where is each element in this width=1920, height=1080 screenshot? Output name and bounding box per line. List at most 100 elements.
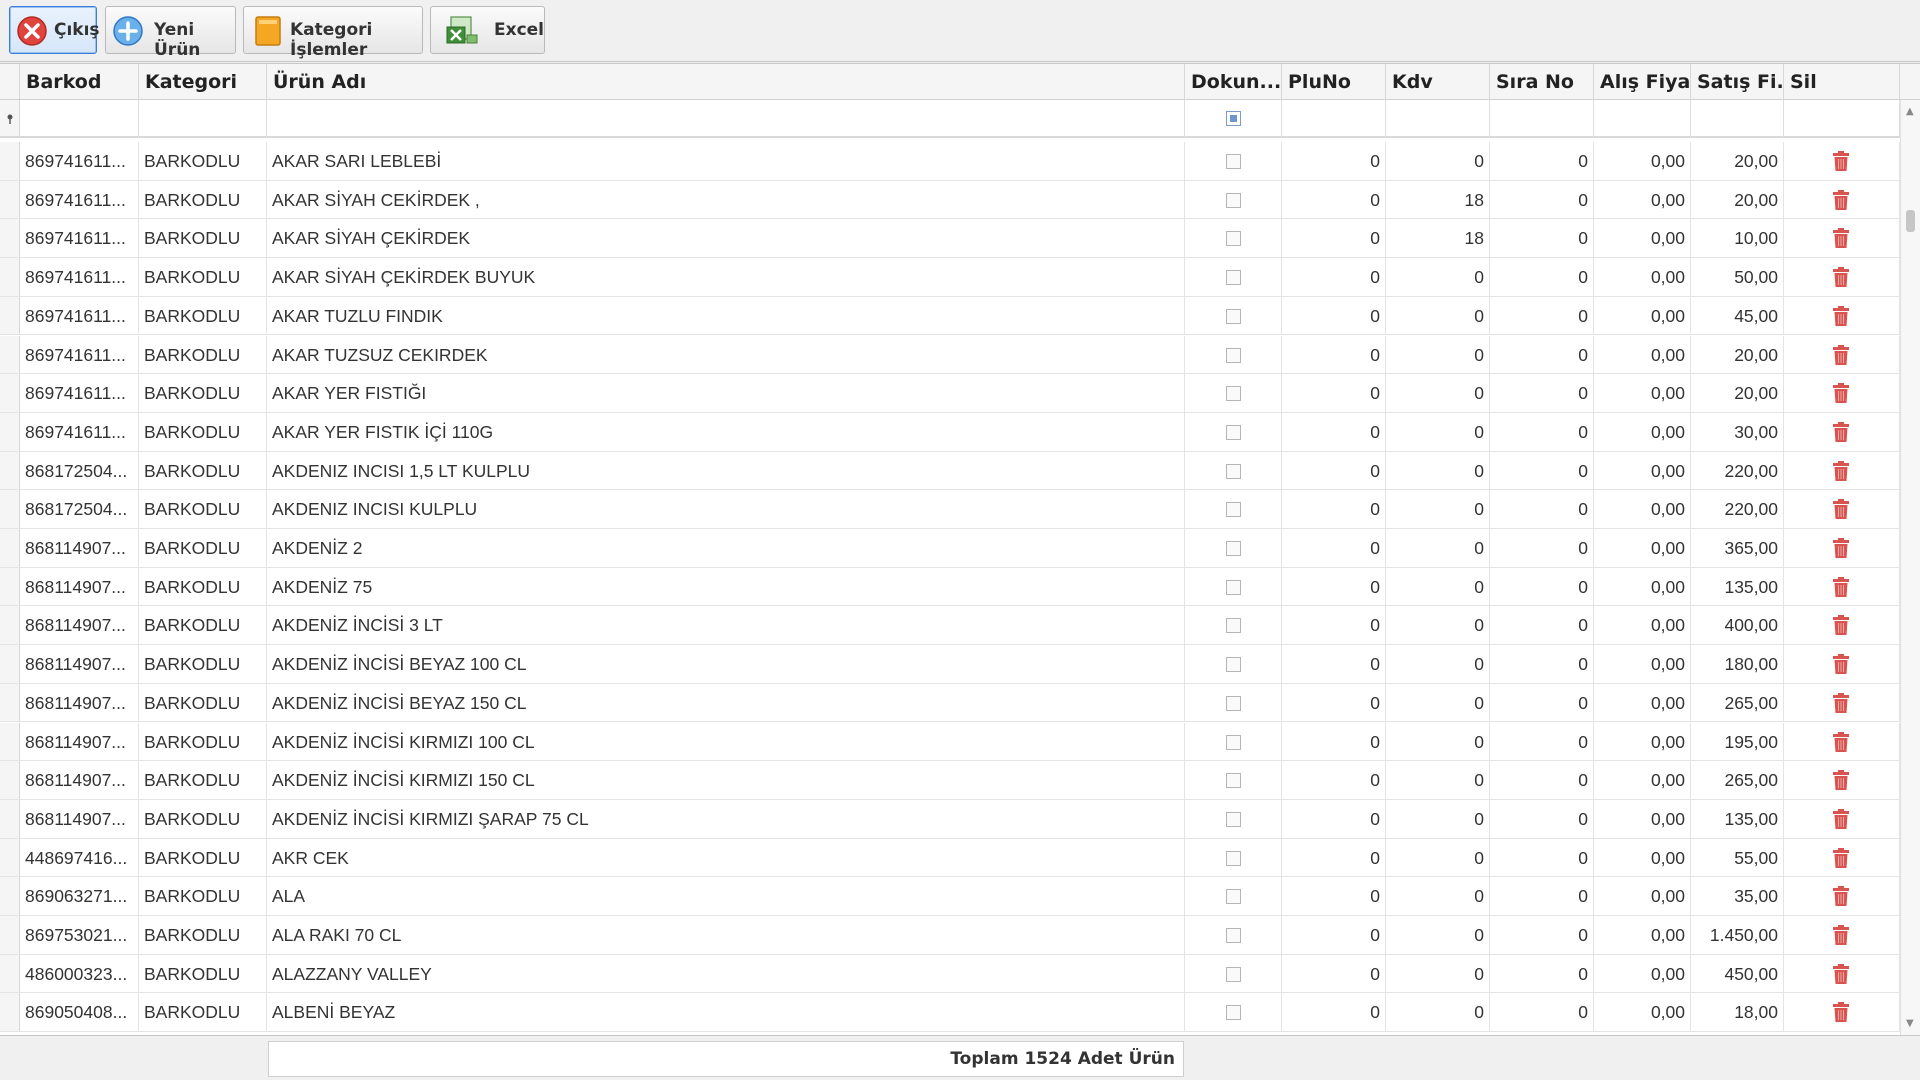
cell-urun-adi[interactable]: AKAR SİYAH ÇEKİRDEK BUYUK — [267, 258, 1185, 297]
cell-pluno[interactable]: 0 — [1282, 567, 1386, 607]
cell-kategori[interactable]: BARKODLU — [139, 180, 267, 220]
trash-icon[interactable] — [1832, 460, 1850, 482]
column-header-alis-fiyati[interactable]: Alış Fiyatı — [1594, 64, 1691, 100]
cell-sira-no[interactable]: 0 — [1490, 916, 1594, 955]
cell-kategori[interactable]: BARKODLU — [139, 683, 267, 723]
table-row[interactable]: 448697416... BARKODLU AKR CEK 0 0 0 0,00 55,00 — [0, 838, 1900, 878]
trash-icon[interactable] — [1832, 421, 1850, 443]
trash-icon[interactable] — [1832, 151, 1850, 172]
cell-barkod[interactable]: 869741611... — [20, 374, 139, 413]
cell-satis-fiyati[interactable]: 1.450,00 — [1691, 916, 1784, 955]
cell-pluno[interactable]: 0 — [1282, 142, 1386, 181]
cell-barkod[interactable]: 869741611... — [20, 335, 139, 375]
cell-kdv[interactable]: 0 — [1386, 606, 1490, 646]
cell-urun-adi[interactable]: AKDENİZ İNCİSİ BEYAZ 150 CL — [267, 683, 1185, 723]
cell-kdv[interactable]: 0 — [1386, 296, 1490, 336]
filter-pluno[interactable] — [1282, 100, 1386, 138]
filter-dokunmatik[interactable] — [1185, 100, 1282, 138]
trash-icon[interactable] — [1832, 731, 1850, 753]
cell-barkod[interactable]: 868114907... — [20, 761, 139, 800]
cell-alis-fiyati[interactable]: 0,00 — [1594, 916, 1691, 955]
dokunmatik-checkbox[interactable] — [1226, 889, 1241, 905]
cell-satis-fiyati[interactable]: 35,00 — [1691, 877, 1784, 916]
cell-kdv[interactable]: 0 — [1386, 916, 1490, 955]
cell-kategori[interactable]: BARKODLU — [139, 412, 267, 452]
cell-alis-fiyati[interactable]: 0,00 — [1594, 296, 1691, 336]
cell-pluno[interactable]: 0 — [1282, 374, 1386, 413]
table-row[interactable]: 868114907... BARKODLU AKDENİZ 75 0 0 0 0,00 135… — [0, 567, 1900, 607]
cell-kategori[interactable]: BARKODLU — [139, 142, 267, 181]
cell-sira-no[interactable]: 0 — [1490, 799, 1594, 839]
cell-urun-adi[interactable]: AKDENİZ İNCİSİ BEYAZ 100 CL — [267, 645, 1185, 684]
trash-icon[interactable] — [1832, 305, 1850, 327]
cell-urun-adi[interactable]: AKDENİZ 75 — [267, 567, 1185, 607]
dokunmatik-checkbox[interactable] — [1226, 657, 1241, 673]
row-selector[interactable] — [0, 722, 20, 761]
cell-urun-adi[interactable]: AKDENİZ İNCİSİ 3 LT — [267, 606, 1185, 646]
trash-icon[interactable] — [1832, 1002, 1850, 1023]
cell-pluno[interactable]: 0 — [1282, 799, 1386, 839]
cell-sira-no[interactable]: 0 — [1490, 219, 1594, 259]
dokunmatik-checkbox[interactable] — [1226, 695, 1241, 711]
trash-icon[interactable] — [1832, 847, 1850, 869]
cell-kdv[interactable]: 0 — [1386, 799, 1490, 839]
cell-kategori[interactable]: BARKODLU — [139, 761, 267, 800]
trash-icon[interactable] — [1832, 615, 1850, 636]
row-selector[interactable] — [0, 645, 20, 683]
row-selector[interactable] — [0, 683, 20, 722]
cell-barkod[interactable]: 868114907... — [20, 529, 139, 568]
cell-sira-no[interactable]: 0 — [1490, 954, 1594, 994]
dokunmatik-checkbox[interactable] — [1226, 154, 1241, 169]
cell-barkod[interactable]: 869741611... — [20, 219, 139, 259]
cell-satis-fiyati[interactable]: 220,00 — [1691, 451, 1784, 491]
cell-barkod[interactable]: 869741611... — [20, 412, 139, 452]
cell-alis-fiyati[interactable]: 0,00 — [1594, 683, 1691, 723]
table-row[interactable]: 868114907... BARKODLU AKDENİZ İNCİSİ KIRMI… — [0, 799, 1900, 839]
scroll-up-arrow-icon[interactable]: ▲ — [1906, 106, 1914, 117]
cell-pluno[interactable]: 0 — [1282, 993, 1386, 1033]
table-row[interactable]: 869753021... BARKODLU ALA RAKI 70 CL 0 0 0 0,0… — [0, 916, 1900, 955]
cell-kdv[interactable]: 0 — [1386, 142, 1490, 181]
cell-kategori[interactable]: BARKODLU — [139, 258, 267, 297]
cell-alis-fiyati[interactable]: 0,00 — [1594, 529, 1691, 568]
dokunmatik-checkbox[interactable] — [1226, 308, 1241, 324]
cell-kdv[interactable]: 0 — [1386, 761, 1490, 800]
cell-alis-fiyati[interactable]: 0,00 — [1594, 761, 1691, 800]
trash-icon[interactable] — [1832, 383, 1850, 404]
cell-barkod[interactable]: 868114907... — [20, 799, 139, 839]
filter-kategori[interactable] — [139, 100, 267, 138]
cell-urun-adi[interactable]: ALA RAKI 70 CL — [267, 916, 1185, 955]
cell-barkod[interactable]: 486000323... — [20, 954, 139, 994]
row-selector[interactable] — [0, 761, 20, 799]
cell-pluno[interactable]: 0 — [1282, 606, 1386, 646]
trash-icon[interactable] — [1832, 189, 1850, 211]
cell-sira-no[interactable]: 0 — [1490, 838, 1594, 878]
cell-alis-fiyati[interactable]: 0,00 — [1594, 877, 1691, 916]
trash-icon[interactable] — [1832, 654, 1850, 675]
filter-urun-adi[interactable] — [267, 100, 1185, 138]
trash-icon[interactable] — [1832, 886, 1850, 907]
trash-icon[interactable] — [1832, 344, 1850, 366]
cell-satis-fiyati[interactable]: 55,00 — [1691, 838, 1784, 878]
cell-kdv[interactable]: 0 — [1386, 451, 1490, 491]
dokunmatik-checkbox[interactable] — [1226, 270, 1241, 286]
column-header-sil[interactable]: Sil — [1784, 64, 1900, 100]
cell-kategori[interactable]: BARKODLU — [139, 567, 267, 607]
cell-kdv[interactable]: 0 — [1386, 877, 1490, 916]
row-selector[interactable] — [0, 529, 20, 567]
cell-satis-fiyati[interactable]: 20,00 — [1691, 335, 1784, 375]
table-row[interactable]: 869741611... BARKODLU AKAR SİYAH ÇEKİRDEK 0… — [0, 219, 1900, 259]
table-row[interactable]: 869741611... BARKODLU AKAR TUZSUZ CEKIRDEK… — [0, 335, 1900, 375]
row-selector[interactable] — [0, 567, 20, 606]
row-selector[interactable] — [0, 374, 20, 412]
exit-button[interactable]: Çıkış — [9, 6, 100, 54]
cell-pluno[interactable]: 0 — [1282, 877, 1386, 916]
cell-sira-no[interactable]: 0 — [1490, 490, 1594, 529]
cell-satis-fiyati[interactable]: 400,00 — [1691, 606, 1784, 646]
table-row[interactable]: 868114907... BARKODLU AKDENİZ İNCİSİ KIRMI… — [0, 761, 1900, 800]
cell-barkod[interactable]: 869050408... — [20, 993, 139, 1033]
cell-satis-fiyati[interactable]: 30,00 — [1691, 412, 1784, 452]
cell-sira-no[interactable]: 0 — [1490, 683, 1594, 723]
table-row[interactable]: 869741611... BARKODLU AKAR YER FISTIĞI 0 0 0 0… — [0, 374, 1900, 413]
cell-alis-fiyati[interactable]: 0,00 — [1594, 606, 1691, 646]
